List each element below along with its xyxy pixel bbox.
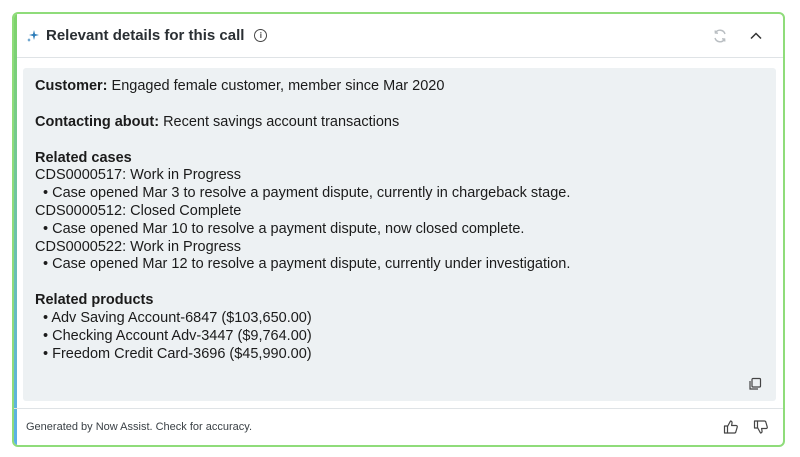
related-products-heading: Related products xyxy=(35,292,154,309)
case-title: CDS0000512: Closed Complete xyxy=(35,202,242,219)
thumbs-down-icon[interactable] xyxy=(751,417,771,437)
chevron-up-icon[interactable] xyxy=(745,25,767,47)
product-item: • Checking Account Adv-3447 ($9,764.00) xyxy=(43,327,312,344)
card-footer: Generated by Now Assist. Check for accur… xyxy=(14,408,783,445)
thumbs-up-icon[interactable] xyxy=(721,417,741,437)
case-title: CDS0000517: Work in Progress xyxy=(35,167,242,184)
customer-value: Engaged female customer, member since Ma… xyxy=(111,78,445,94)
refresh-icon[interactable] xyxy=(709,25,731,47)
case-detail: • Case opened Mar 10 to resolve a paymen… xyxy=(43,220,525,237)
copy-icon[interactable] xyxy=(748,377,762,391)
case-detail: • Case opened Mar 3 to resolve a payment… xyxy=(43,185,571,202)
contacting-value: Recent savings account transactions xyxy=(163,113,400,130)
case-detail: • Case opened Mar 12 to resolve a paymen… xyxy=(43,256,571,273)
contacting-line: Contacting about: Recent savings account… xyxy=(35,114,764,132)
product-item: • Adv Saving Account-6847 ($103,650.00) xyxy=(43,309,312,326)
card-header: Relevant details for this call i xyxy=(14,14,783,58)
case-title: CDS0000522: Work in Progress xyxy=(35,238,242,255)
customer-line: Customer: Engaged female customer, membe… xyxy=(35,78,764,96)
disclaimer-text: Generated by Now Assist. Check for accur… xyxy=(26,421,252,433)
summary-panel: Customer: Engaged female customer, membe… xyxy=(23,68,776,401)
info-icon[interactable]: i xyxy=(254,29,268,42)
related-cases-heading: Related cases xyxy=(35,149,132,166)
now-assist-card: Relevant details for this call i Custome… xyxy=(12,12,785,447)
contacting-label: Contacting about: xyxy=(35,113,160,130)
customer-label: Customer: xyxy=(35,78,108,94)
card-title: Relevant details for this call xyxy=(46,27,245,44)
sparkle-icon xyxy=(26,29,40,43)
product-item: • Freedom Credit Card-3696 ($45,990.00) xyxy=(43,345,312,362)
